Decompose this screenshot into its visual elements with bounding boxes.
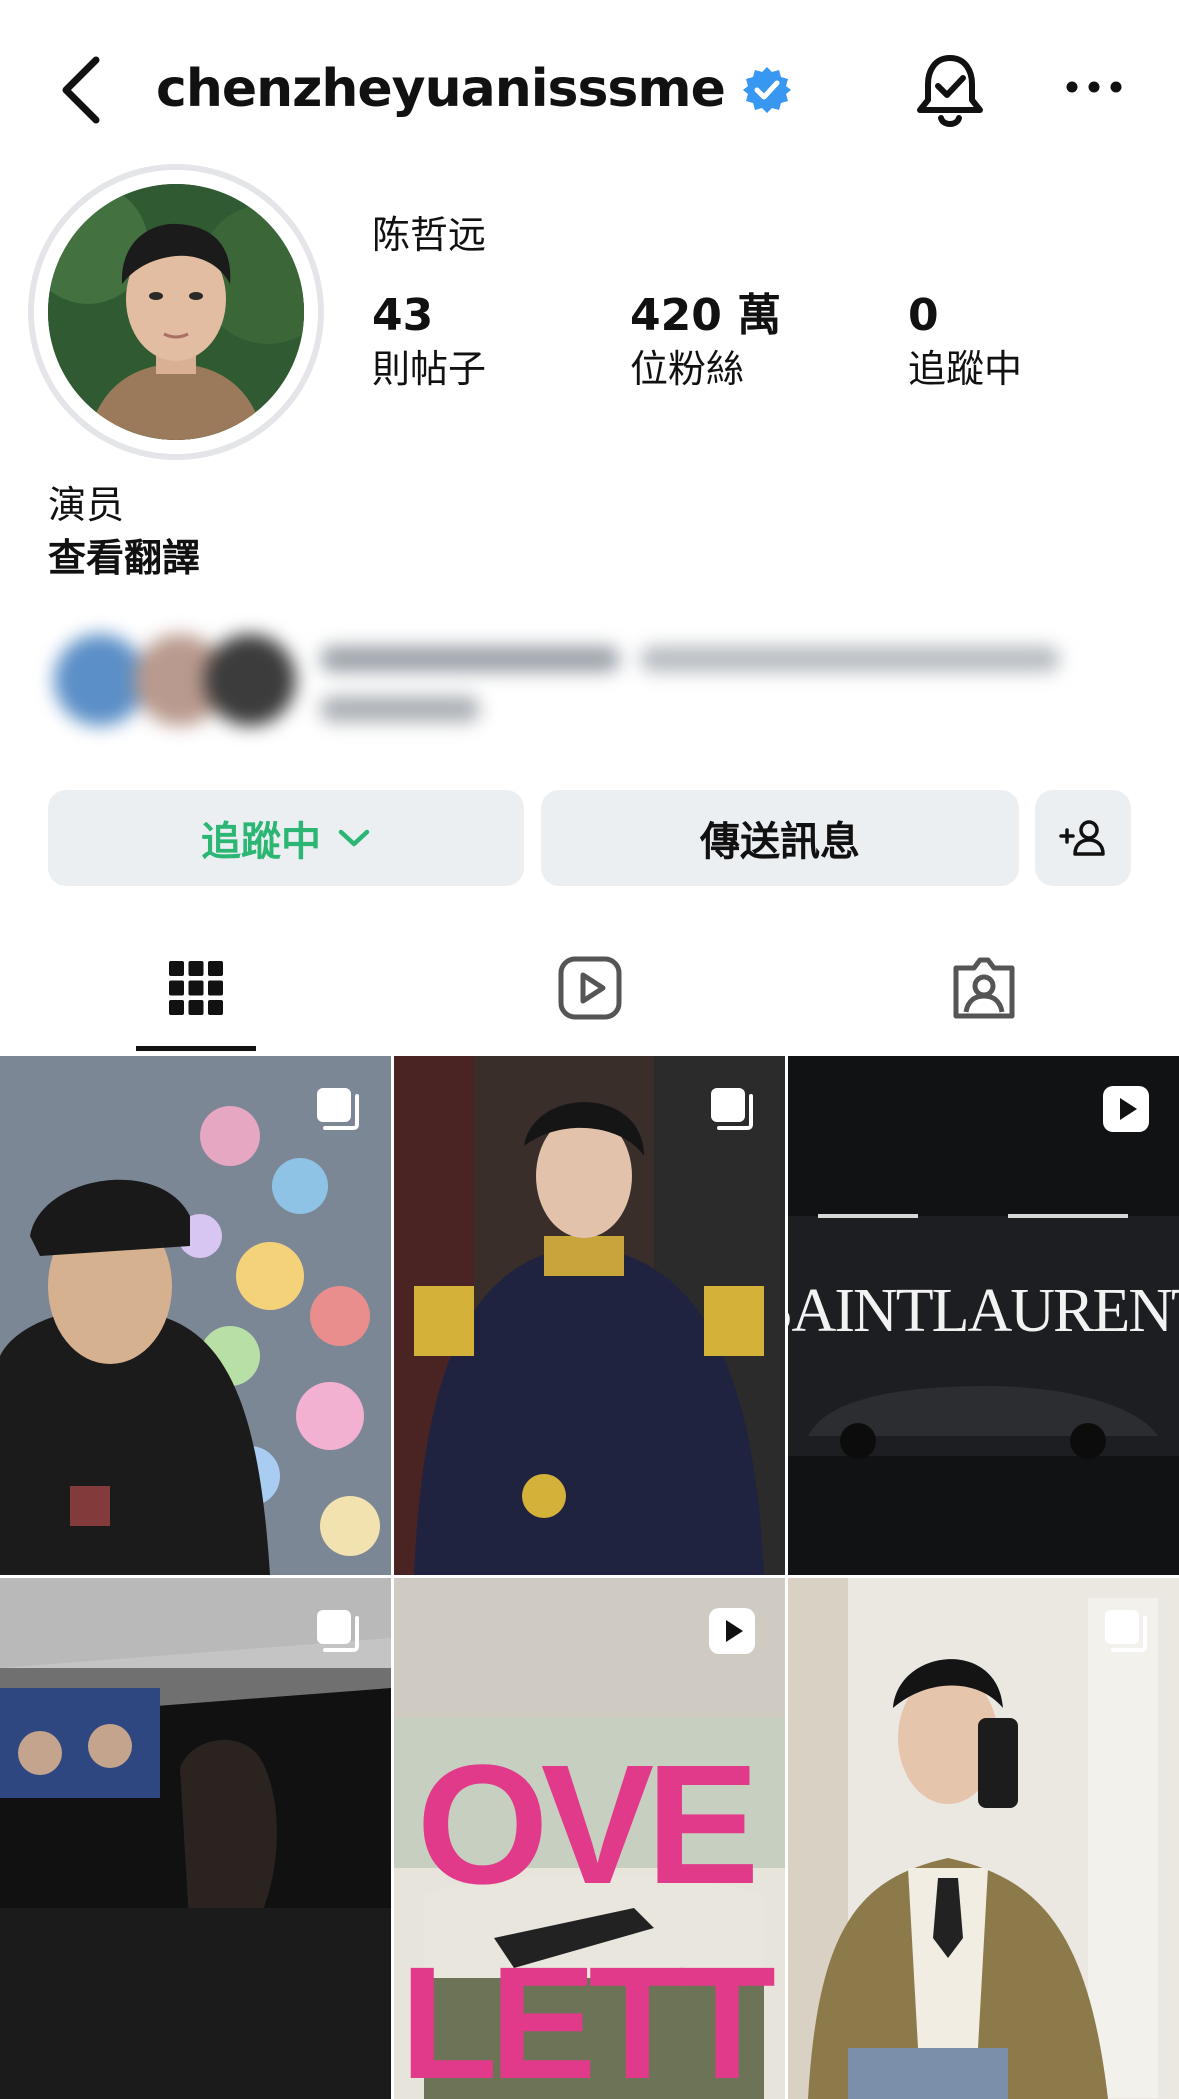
profile-username: chenzheyuanisssme bbox=[156, 59, 726, 119]
stat-followers-label: 位粉絲 bbox=[630, 347, 745, 391]
stat-following-label: 追蹤中 bbox=[908, 347, 1023, 391]
following-button-label: 追蹤中 bbox=[201, 819, 321, 865]
notification-bell-icon bbox=[917, 55, 983, 127]
back-button[interactable] bbox=[52, 50, 112, 130]
post-tile-5[interactable]: OVE LETT bbox=[394, 1578, 785, 2099]
avatar[interactable] bbox=[48, 184, 304, 440]
posts-grid: SAINTLAURENT bbox=[0, 1056, 1179, 2099]
suggest-people-button[interactable] bbox=[1035, 790, 1131, 886]
add-person-icon bbox=[1059, 820, 1105, 856]
tagged-icon bbox=[953, 957, 1015, 1019]
translate-link[interactable]: 查看翻譯 bbox=[48, 532, 200, 584]
profile-full-name: 陈哲远 bbox=[372, 213, 487, 257]
carousel-icon bbox=[711, 1088, 753, 1130]
stat-posts[interactable]: 43 則帖子 bbox=[372, 288, 486, 394]
post-tile-2[interactable] bbox=[394, 1056, 785, 1575]
post-tile-4[interactable] bbox=[0, 1578, 391, 2099]
post-title-overlay-line2: LETT bbox=[400, 1933, 775, 2099]
grid-icon bbox=[169, 961, 223, 1015]
tab-posts[interactable] bbox=[136, 948, 256, 1028]
profile-bio: 演员 bbox=[48, 483, 125, 527]
saint-laurent-logo: SAINTLAURENT bbox=[788, 1277, 1179, 1345]
mutual-followers-preview[interactable] bbox=[40, 620, 1120, 740]
reel-play-icon bbox=[709, 1608, 755, 1654]
message-button-label: 傳送訊息 bbox=[700, 819, 860, 865]
stat-posts-label: 則帖子 bbox=[372, 347, 487, 391]
stat-following[interactable]: 0 追蹤中 bbox=[908, 288, 1022, 394]
active-tab-indicator bbox=[136, 1046, 256, 1051]
reel-play-icon bbox=[1103, 1086, 1149, 1132]
carousel-icon bbox=[317, 1088, 359, 1130]
reels-icon bbox=[558, 956, 622, 1020]
chevron-down-icon bbox=[338, 829, 370, 847]
carousel-icon bbox=[317, 1610, 359, 1652]
post-tile-6[interactable] bbox=[788, 1578, 1179, 2099]
tab-reels[interactable] bbox=[530, 948, 650, 1028]
notification-bell-button[interactable] bbox=[914, 52, 986, 130]
following-button[interactable]: 追蹤中 bbox=[48, 790, 524, 886]
more-options-button[interactable] bbox=[1064, 62, 1124, 112]
stat-followers-count: 420 萬 bbox=[630, 290, 782, 341]
carousel-icon bbox=[1105, 1610, 1147, 1652]
verified-badge-icon bbox=[742, 65, 792, 115]
more-options-icon bbox=[1066, 81, 1122, 93]
tab-tagged[interactable] bbox=[924, 948, 1044, 1028]
post-title-overlay-line1: OVE bbox=[416, 1730, 753, 1920]
back-arrow-icon bbox=[62, 56, 100, 124]
stat-posts-count: 43 bbox=[372, 290, 434, 341]
message-button[interactable]: 傳送訊息 bbox=[541, 790, 1019, 886]
post-tile-1[interactable] bbox=[0, 1056, 391, 1575]
post-tile-3[interactable]: SAINTLAURENT bbox=[788, 1056, 1179, 1575]
stat-following-count: 0 bbox=[908, 290, 939, 341]
stat-followers[interactable]: 420 萬 位粉絲 bbox=[630, 288, 781, 394]
